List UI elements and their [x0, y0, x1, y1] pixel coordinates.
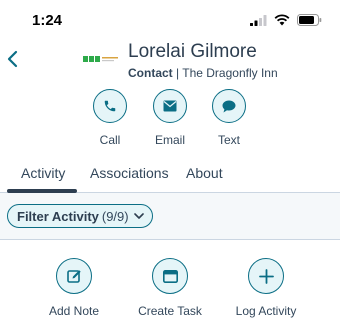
filter-activity-button[interactable]: Filter Activity (9/9)	[7, 204, 153, 228]
status-time: 1:24	[32, 12, 63, 29]
create-task-label: Create Task	[138, 304, 202, 318]
chat-bubble-icon	[222, 100, 236, 112]
phone-icon	[104, 100, 116, 112]
email-button[interactable]: Email	[140, 89, 200, 147]
filter-label: Filter Activity	[17, 208, 99, 224]
company-logo-icon	[83, 56, 118, 62]
signal-icon	[250, 14, 267, 26]
back-chevron-icon[interactable]	[6, 50, 20, 68]
filter-divider	[0, 239, 340, 240]
tab-about[interactable]: About	[186, 165, 223, 181]
text-label: Text	[217, 133, 240, 147]
task-window-icon	[162, 269, 178, 283]
status-icons	[250, 14, 322, 26]
envelope-icon	[163, 100, 177, 112]
add-note-label: Add Note	[48, 304, 100, 318]
wifi-icon	[274, 14, 290, 26]
log-activity-label: Log Activity	[235, 304, 297, 318]
call-circle[interactable]	[93, 89, 127, 123]
filter-count: (9/9)	[101, 208, 129, 224]
subtitle-separator: |	[172, 66, 183, 80]
edit-note-icon	[66, 269, 81, 283]
text-circle[interactable]	[212, 89, 246, 123]
log-activity-circle[interactable]	[248, 258, 284, 294]
call-label: Call	[99, 133, 121, 147]
add-note-button[interactable]: Add Note	[29, 258, 119, 318]
tab-activity[interactable]: Activity	[21, 165, 65, 181]
call-button[interactable]: Call	[80, 89, 140, 147]
email-circle[interactable]	[153, 89, 187, 123]
tab-associations[interactable]: Associations	[90, 165, 169, 181]
create-task-circle[interactable]	[152, 258, 188, 294]
contact-company[interactable]: The Dragonfly Inn	[182, 66, 277, 80]
contact-subtitle: Contact | The Dragonfly Inn	[128, 66, 278, 80]
chevron-down-icon	[133, 212, 144, 219]
text-button[interactable]: Text	[199, 89, 259, 147]
add-note-circle[interactable]	[56, 258, 92, 294]
contact-name: Lorelai Gilmore	[128, 41, 257, 62]
email-label: Email	[154, 133, 185, 147]
create-task-button[interactable]: Create Task	[125, 258, 215, 318]
plus-icon	[258, 268, 274, 284]
battery-icon	[297, 14, 322, 26]
contact-type: Contact	[128, 66, 173, 80]
log-activity-button[interactable]: Log Activity	[221, 258, 311, 318]
